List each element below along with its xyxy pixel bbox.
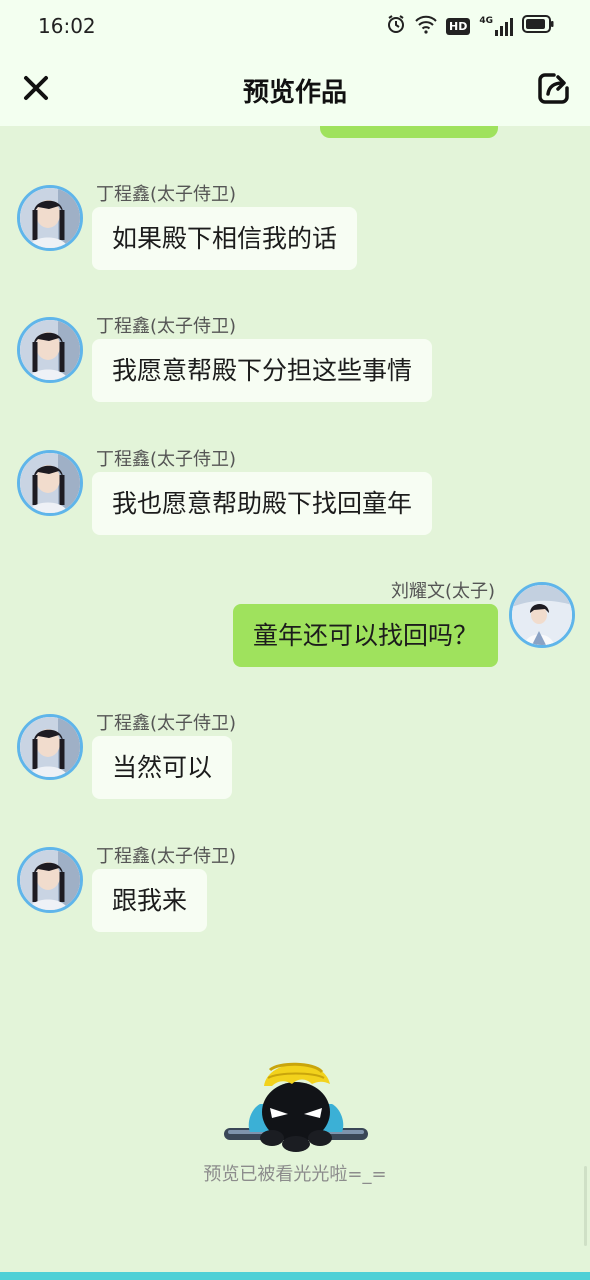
avatar[interactable] [509,582,575,648]
status-icons: HD 4G [386,14,554,38]
bottom-strip [0,1272,590,1280]
sender-name: 丁程鑫(太子侍卫) [96,713,237,734]
sender-name: 丁程鑫(太子侍卫) [96,316,237,337]
hd-icon: HD [446,17,471,35]
message-bubble[interactable]: 我也愿意帮助殿下找回童年 [92,472,433,535]
end-of-preview-text: 预览已被看光光啦=_= [203,1164,387,1185]
header: 预览作品 [0,52,590,126]
status-bar: 16:02 HD 4G [0,0,590,52]
sender-name: 丁程鑫(太子侍卫) [96,449,237,470]
chat-area[interactable]: 丁程鑫(太子侍卫) 如果殿下相信我的话 丁程鑫(太子侍卫) 我愿意帮殿下分担这些… [0,126,590,1272]
avatar[interactable] [17,714,83,780]
avatar[interactable] [17,847,83,913]
avatar[interactable] [17,450,83,516]
avatar[interactable] [17,185,83,251]
page-title: 预览作品 [242,78,347,108]
alarm-icon [386,14,406,38]
battery-icon [522,15,554,37]
message-bubble[interactable]: 跟我来 [92,869,208,932]
sender-name: 丁程鑫(太子侍卫) [96,184,237,205]
message-bubble[interactable]: 童年还可以找回吗？ [232,604,498,667]
scrollbar[interactable] [584,1166,587,1246]
message-bubble[interactable]: 当然可以 [92,736,233,799]
share-icon [538,73,569,104]
status-time: 16:02 [38,14,96,38]
wifi-icon [415,14,437,38]
sender-name: 刘耀文(太子) [390,581,495,602]
signal-4g-icon: 4G [479,16,513,36]
sender-name: 丁程鑫(太子侍卫) [96,846,237,867]
partial-message-bubble [320,126,498,138]
share-button[interactable] [536,70,572,106]
avatar[interactable] [17,317,83,383]
message-bubble[interactable]: 我愿意帮殿下分担这些事情 [92,339,433,402]
message-bubble[interactable]: 如果殿下相信我的话 [92,207,358,270]
mascot-illustration [220,1046,372,1172]
